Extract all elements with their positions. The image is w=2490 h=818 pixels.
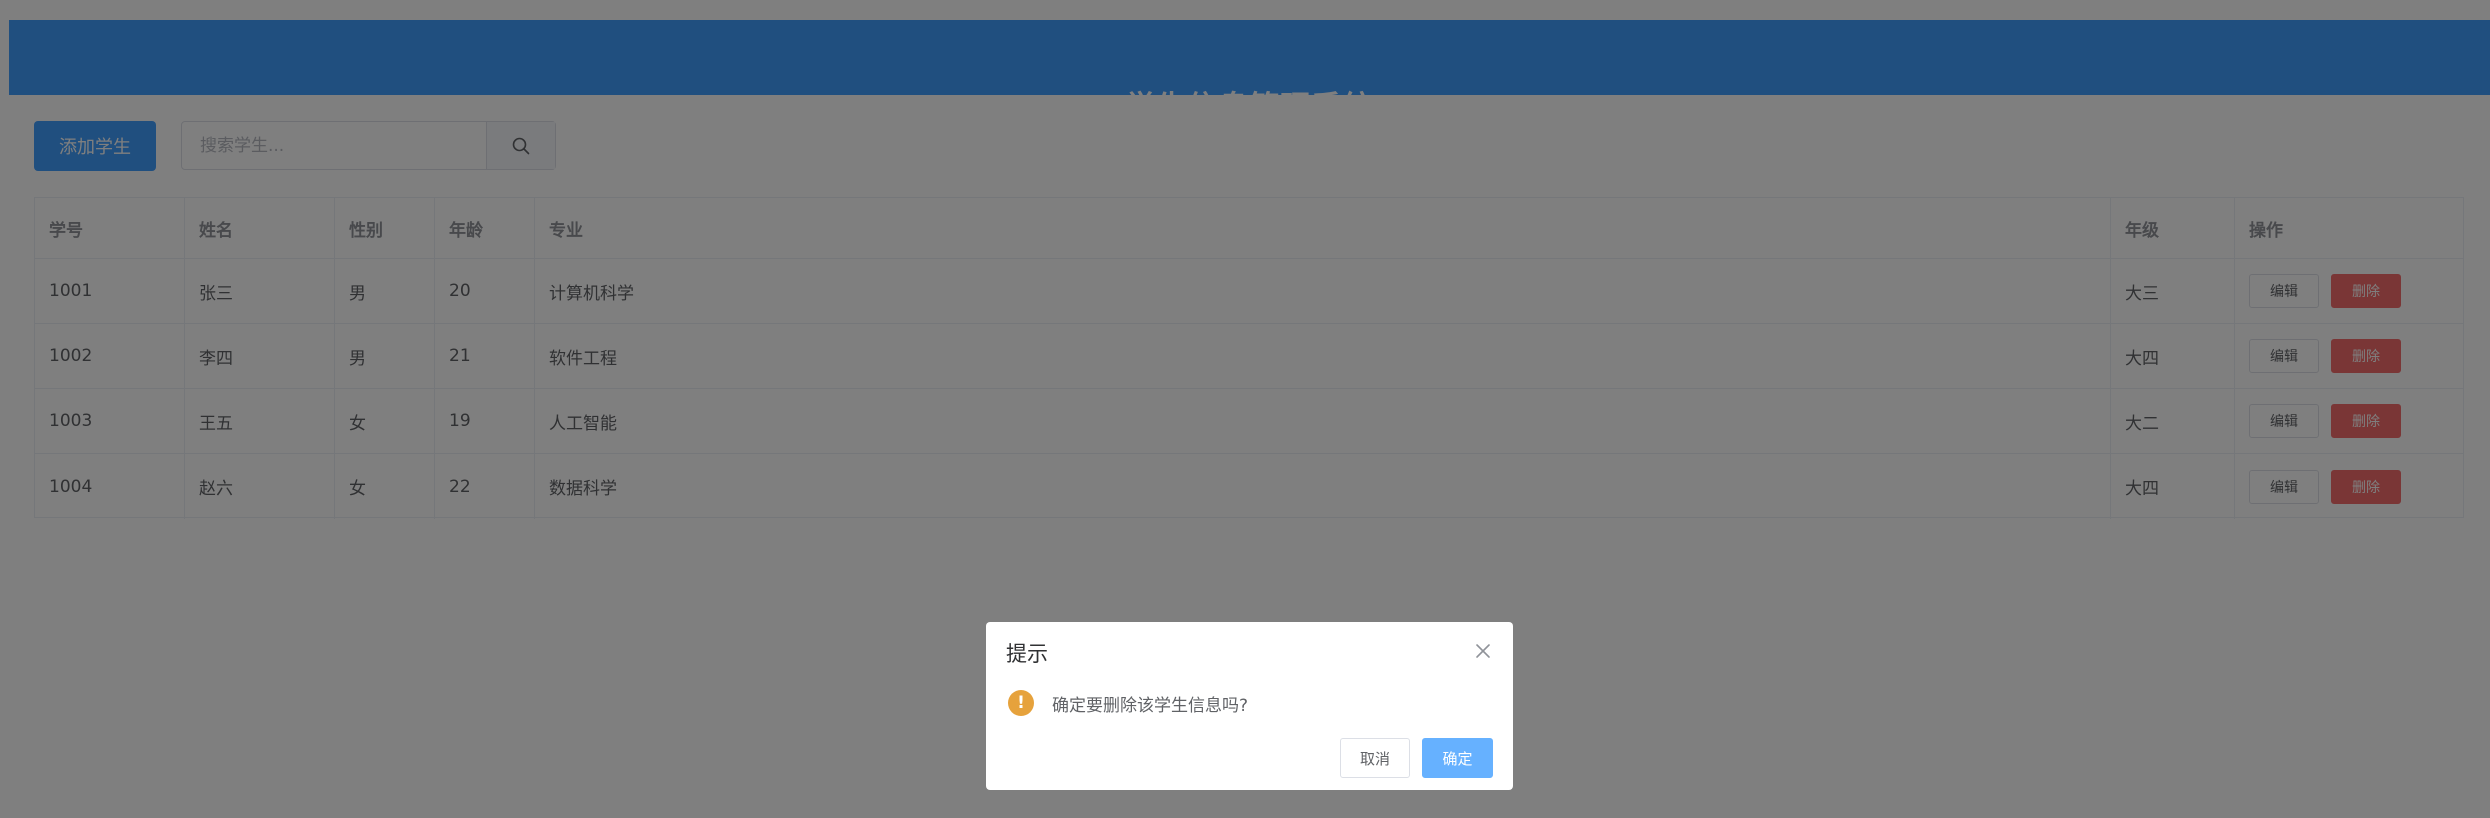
close-icon: [1476, 644, 1490, 658]
confirm-delete-dialog: 提示 ! 确定要删除该学生信息吗? 取消 确定: [986, 622, 1513, 790]
close-button[interactable]: [1473, 641, 1493, 661]
confirm-button[interactable]: 确定: [1422, 738, 1493, 778]
dialog-message: 确定要删除该学生信息吗?: [1052, 695, 1249, 716]
warning-icon: !: [1008, 690, 1034, 716]
dialog-footer: 取消 确定: [1340, 738, 1493, 778]
dialog-body: ! 确定要删除该学生信息吗?: [1008, 690, 1248, 716]
dialog-title: 提示: [1006, 642, 1048, 666]
cancel-button[interactable]: 取消: [1340, 738, 1410, 778]
